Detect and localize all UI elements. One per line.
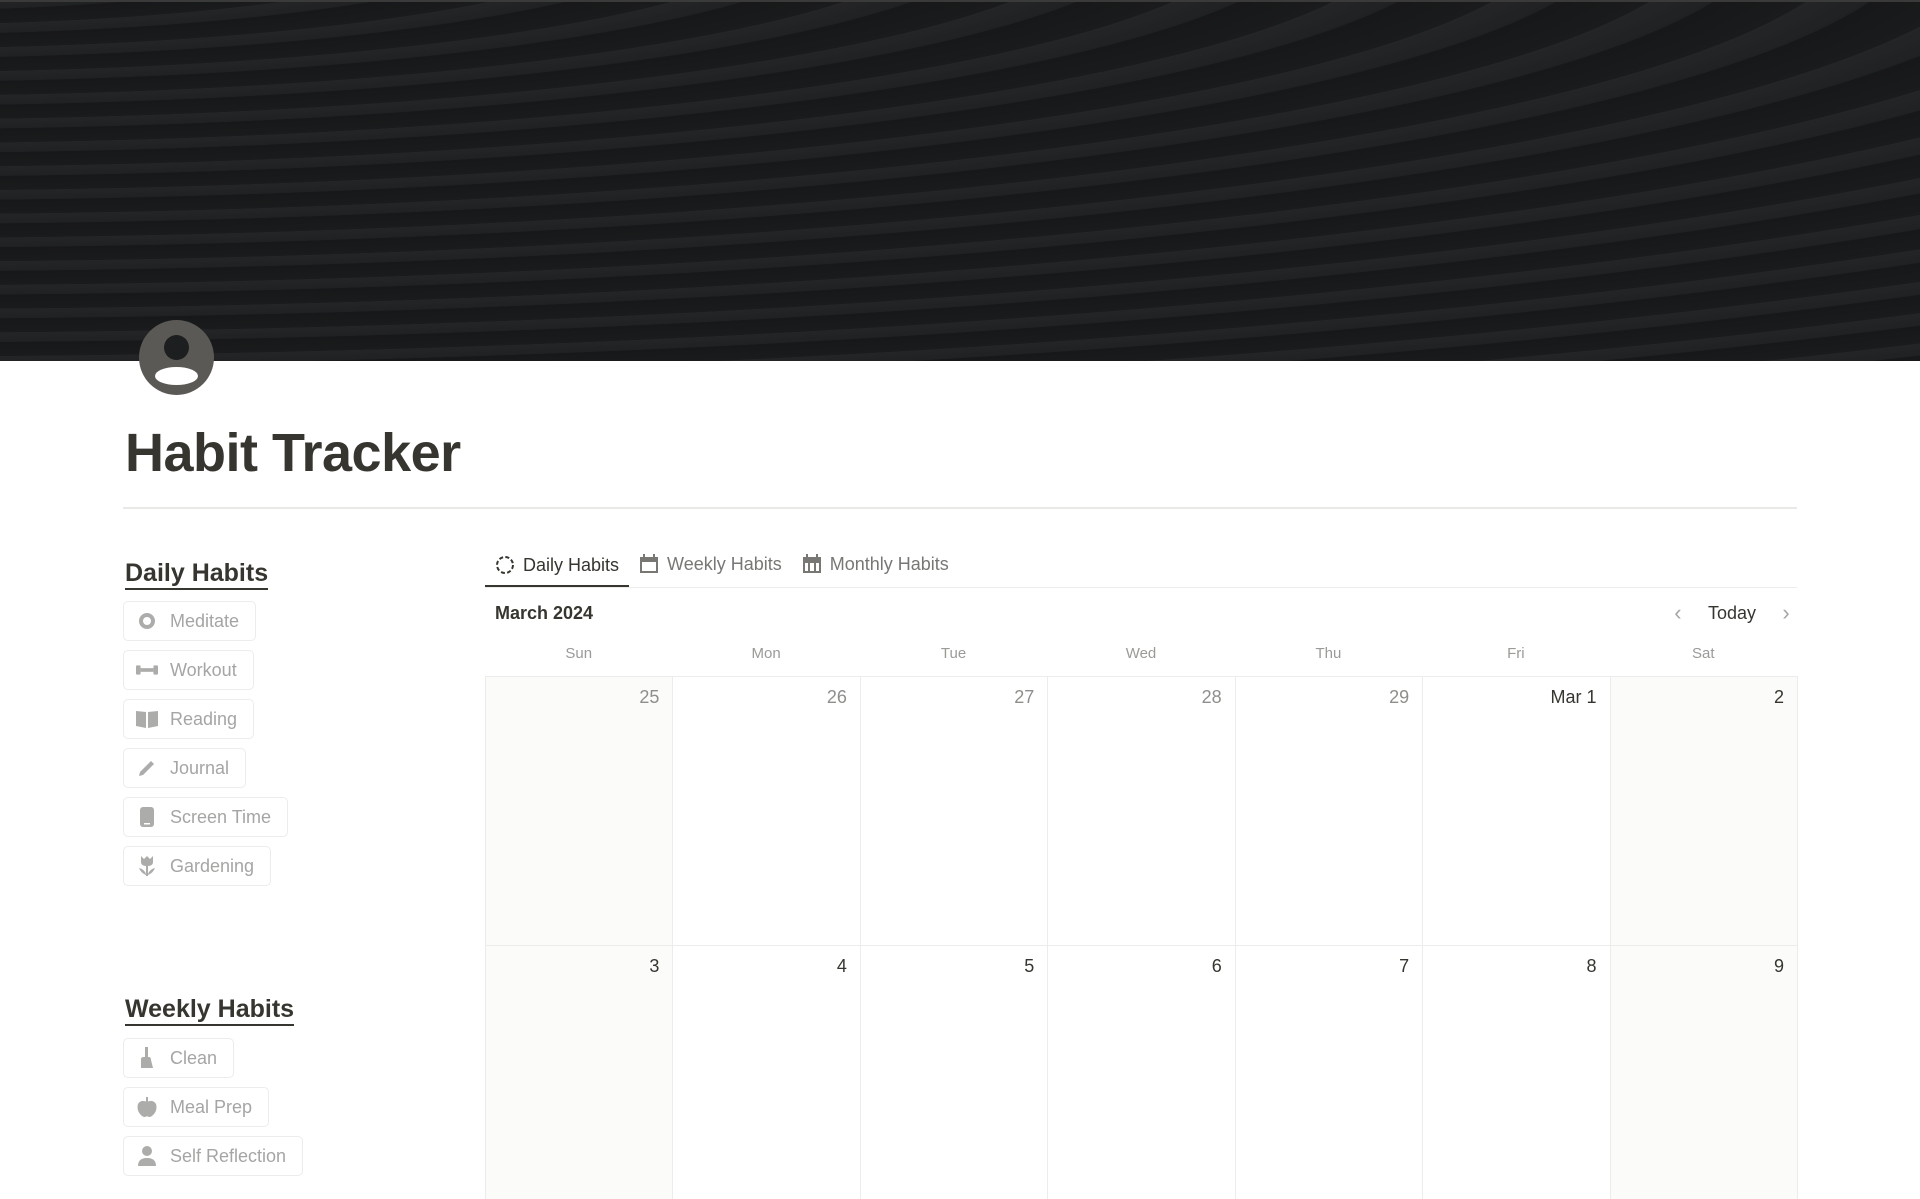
- circle-icon: [136, 610, 158, 632]
- weekday-label: Mon: [751, 645, 781, 662]
- day-number: 8: [1586, 956, 1597, 976]
- habit-label: Workout: [170, 659, 237, 680]
- page-icon[interactable]: [139, 320, 214, 395]
- day-number: 26: [826, 687, 847, 707]
- day-number: 28: [1201, 687, 1222, 707]
- month-label: March 2024: [495, 603, 594, 623]
- day-number: 3: [649, 956, 660, 976]
- today-button[interactable]: Today: [1700, 601, 1764, 626]
- tab-monthly-habits[interactable]: Monthly Habits: [792, 544, 959, 584]
- calendar-day-cell[interactable]: 7: [1235, 946, 1424, 1199]
- divider: [123, 507, 1797, 509]
- day-number: 6: [1211, 956, 1222, 976]
- calendar-day-cell[interactable]: 26: [673, 677, 861, 946]
- calendar-day-cell[interactable]: 4: [673, 946, 861, 1199]
- chevron-left-icon[interactable]: ‹: [1666, 600, 1690, 626]
- day-number: 2: [1773, 687, 1784, 707]
- tab-label: Weekly Habits: [667, 553, 782, 574]
- book-icon: [136, 708, 158, 730]
- user-circle-icon: [164, 335, 189, 360]
- view-tabs: Daily Habits Weekly Habits Monthly Habit…: [485, 544, 959, 588]
- habit-button-reading[interactable]: Reading: [123, 699, 255, 739]
- cover-banner: [0, 0, 1920, 361]
- weekday-label: Sun: [565, 645, 593, 662]
- day-number: 25: [639, 687, 660, 707]
- weekday-label: Fri: [1507, 645, 1525, 662]
- habit-label: Screen Time: [170, 806, 272, 827]
- habit-button-workout[interactable]: Workout: [123, 650, 254, 690]
- habit-label: Journal: [170, 757, 230, 778]
- day-number: 5: [1024, 956, 1035, 976]
- day-number: 4: [836, 956, 847, 976]
- user-body-shape: [155, 367, 198, 385]
- calendar-day-cell[interactable]: 6: [1048, 946, 1236, 1199]
- weekday-header: Sun Mon Tue Wed Thu Fri Sat: [485, 645, 1797, 662]
- calendar-day-cell[interactable]: 29: [1235, 677, 1424, 946]
- calendar-day-cell[interactable]: 25: [486, 677, 674, 946]
- calendar-grid-icon: [802, 554, 822, 574]
- day-number: 7: [1399, 956, 1410, 976]
- flower-icon: [136, 855, 158, 877]
- calendar-day-cell[interactable]: 5: [860, 946, 1049, 1199]
- calendar-day-cell[interactable]: Mar 1: [1423, 677, 1611, 946]
- calendar-day-cell[interactable]: 2: [1610, 677, 1798, 946]
- daily-habits-heading[interactable]: Daily Habits: [125, 558, 269, 590]
- chevron-right-icon[interactable]: ›: [1774, 600, 1798, 626]
- calendar-icon: [639, 554, 659, 574]
- weekday-label: Wed: [1125, 645, 1157, 662]
- person-icon: [136, 1145, 158, 1167]
- weekday-label: Thu: [1315, 645, 1342, 662]
- broom-icon: [136, 1047, 158, 1069]
- calendar-day-cell[interactable]: 3: [486, 946, 674, 1199]
- day-number: 9: [1773, 956, 1784, 976]
- day-number: Mar 1: [1550, 687, 1597, 707]
- calendar-navigation: ‹ Today ›: [1666, 600, 1798, 626]
- habit-button-screen-time[interactable]: Screen Time: [123, 797, 289, 837]
- habit-button-meal-prep[interactable]: Meal Prep: [123, 1087, 270, 1127]
- page-title: Habit Tracker: [125, 423, 461, 483]
- apple-icon: [136, 1096, 158, 1118]
- habit-button-clean[interactable]: Clean: [123, 1038, 235, 1078]
- calendar-day-cell[interactable]: 8: [1423, 946, 1611, 1199]
- day-number: 29: [1389, 687, 1410, 707]
- habit-button-journal[interactable]: Journal: [123, 748, 247, 788]
- weekday-label: Tue: [940, 645, 967, 662]
- calendar-day-cell[interactable]: 28: [1048, 677, 1236, 946]
- tab-label: Daily Habits: [523, 554, 620, 575]
- habit-label: Self Reflection: [170, 1145, 287, 1166]
- habit-button-self-reflection[interactable]: Self Reflection: [123, 1136, 304, 1176]
- tabs-divider: [485, 587, 1797, 588]
- weekday-label: Sat: [1692, 645, 1715, 662]
- calendar-day-cell[interactable]: 27: [860, 677, 1049, 946]
- calendar-day-cell[interactable]: 9: [1610, 946, 1798, 1199]
- calendar-grid: 25 26 27 28 29 Mar 1 2 3 4 5 6 7 8 9: [485, 676, 1798, 1199]
- habit-label: Meditate: [170, 610, 240, 631]
- day-number: 27: [1014, 687, 1035, 707]
- habit-label: Meal Prep: [170, 1096, 253, 1117]
- habit-label: Reading: [170, 708, 238, 729]
- pencil-icon: [136, 757, 158, 779]
- weekly-habits-heading[interactable]: Weekly Habits: [125, 994, 295, 1026]
- habit-label: Gardening: [170, 855, 255, 876]
- dumbbell-icon: [136, 659, 158, 681]
- dashed-circle-icon: [495, 555, 515, 575]
- tab-label: Monthly Habits: [829, 553, 949, 574]
- tab-weekly-habits[interactable]: Weekly Habits: [629, 544, 792, 584]
- tab-daily-habits[interactable]: Daily Habits: [485, 544, 630, 588]
- habit-label: Clean: [170, 1047, 218, 1068]
- habit-button-gardening[interactable]: Gardening: [123, 846, 272, 886]
- phone-icon: [136, 806, 158, 828]
- habit-button-meditate[interactable]: Meditate: [123, 601, 257, 641]
